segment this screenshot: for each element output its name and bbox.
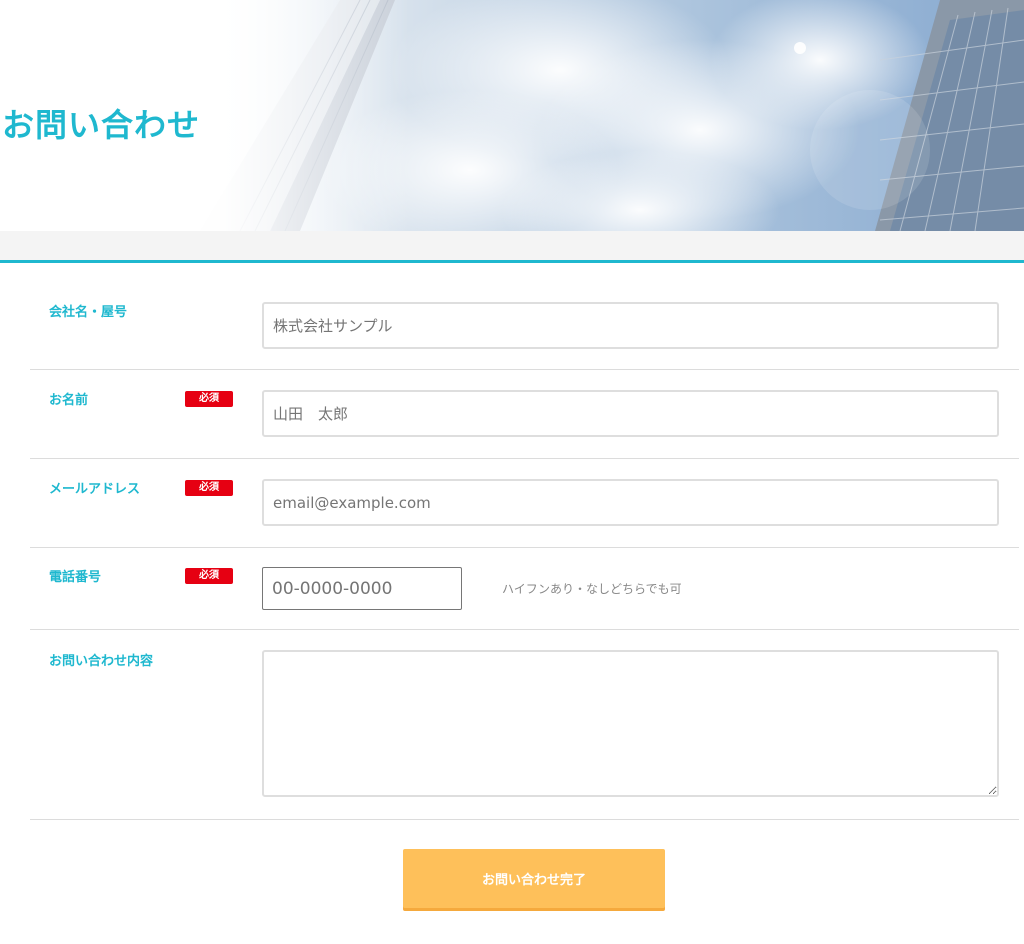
email-input[interactable] bbox=[262, 479, 999, 526]
email-label: メールアドレス bbox=[49, 482, 141, 497]
form-row-name: お名前 必須 bbox=[30, 370, 1019, 459]
name-input[interactable] bbox=[262, 390, 999, 437]
form-row-company: 会社名・屋号 bbox=[30, 263, 1019, 370]
hero-banner: お問い合わせ bbox=[0, 0, 1024, 231]
phone-hint: ハイフンあり・なしどちらでも可 bbox=[502, 582, 682, 596]
required-badge: 必須 bbox=[185, 391, 233, 407]
message-label: お問い合わせ内容 bbox=[49, 654, 154, 669]
header-divider-band bbox=[0, 231, 1024, 261]
required-badge: 必須 bbox=[185, 480, 233, 496]
form-row-message: お問い合わせ内容 bbox=[30, 630, 1019, 820]
name-label: お名前 bbox=[49, 393, 89, 408]
message-textarea[interactable] bbox=[262, 650, 999, 797]
phone-label: 電話番号 bbox=[49, 570, 102, 585]
phone-input[interactable] bbox=[262, 567, 462, 610]
required-badge: 必須 bbox=[185, 568, 233, 584]
form-row-email: メールアドレス 必須 bbox=[30, 459, 1019, 548]
company-input[interactable] bbox=[262, 302, 999, 349]
submit-button[interactable]: お問い合わせ完了 bbox=[403, 849, 665, 908]
company-label: 会社名・屋号 bbox=[49, 305, 128, 320]
form-row-phone: 電話番号 必須 ハイフンあり・なしどちらでも可 bbox=[30, 548, 1019, 630]
page-title: お問い合わせ bbox=[2, 106, 201, 144]
